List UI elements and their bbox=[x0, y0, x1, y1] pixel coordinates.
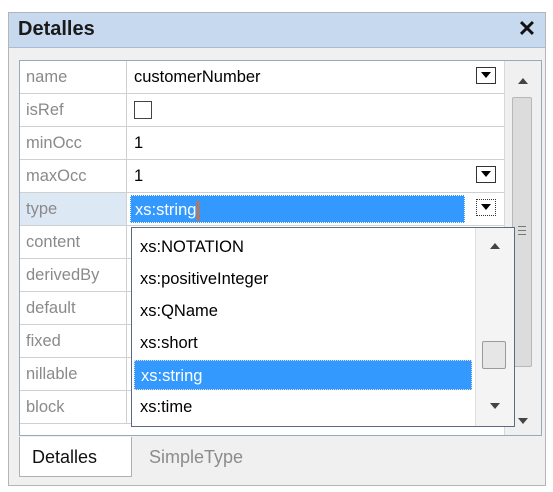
property-label: content bbox=[20, 226, 127, 258]
panel-title: Detalles bbox=[18, 18, 95, 40]
tab-simpletype[interactable]: SimpleType bbox=[137, 437, 255, 477]
property-label: isRef bbox=[20, 94, 127, 126]
tab-detalles[interactable]: Detalles bbox=[19, 437, 132, 477]
panel-tabs: Detalles SimpleType bbox=[19, 437, 542, 481]
property-label: nillable bbox=[20, 358, 127, 390]
isref-checkbox[interactable] bbox=[134, 101, 152, 119]
scroll-down-icon[interactable] bbox=[515, 413, 531, 429]
property-label: maxOcc bbox=[20, 160, 127, 192]
chevron-down-icon[interactable] bbox=[476, 67, 496, 84]
type-dropdown-list[interactable]: xs:NOTATION xs:positiveInteger xs:QName … bbox=[131, 227, 515, 427]
dropdown-option-selected[interactable]: xs:string bbox=[134, 360, 472, 390]
property-row-type: type xs:string bbox=[20, 193, 505, 226]
property-label: default bbox=[20, 292, 127, 324]
text-caret bbox=[197, 200, 200, 221]
dropdown-option[interactable]: xs:QName bbox=[134, 296, 472, 326]
dropdown-scrollbar[interactable] bbox=[475, 228, 514, 426]
grip-line bbox=[518, 230, 526, 231]
property-row-minocc: minOcc 1 bbox=[20, 127, 505, 160]
chevron-down-icon[interactable] bbox=[476, 166, 496, 183]
chevron-down-icon[interactable] bbox=[476, 199, 496, 216]
dropdown-option[interactable]: xs:positiveInteger bbox=[134, 264, 472, 294]
dropdown-option[interactable]: xs:NOTATION bbox=[134, 232, 472, 262]
property-row-maxocc: maxOcc 1 bbox=[20, 160, 505, 193]
panel-titlebar: Detalles ✕ bbox=[9, 13, 545, 48]
type-value-text: xs:string bbox=[135, 201, 197, 219]
isref-value bbox=[128, 94, 505, 126]
dropdown-option[interactable]: xs:short bbox=[134, 328, 472, 358]
scroll-up-icon[interactable] bbox=[487, 238, 503, 254]
grip-line bbox=[518, 234, 526, 235]
scroll-down-icon[interactable] bbox=[487, 398, 503, 414]
name-value[interactable]: customerNumber bbox=[128, 61, 505, 93]
property-label: name bbox=[20, 61, 127, 93]
property-row-name: name customerNumber bbox=[20, 61, 505, 94]
maxocc-value[interactable]: 1 bbox=[128, 160, 505, 192]
scrollbar-thumb[interactable] bbox=[512, 97, 532, 367]
property-label: minOcc bbox=[20, 127, 127, 159]
property-row-isref: isRef bbox=[20, 94, 505, 127]
dropdown-scroll-thumb[interactable] bbox=[482, 341, 506, 369]
minocc-value[interactable]: 1 bbox=[128, 127, 505, 159]
scroll-up-icon[interactable] bbox=[515, 73, 531, 89]
property-label: block bbox=[20, 391, 127, 423]
type-value-field[interactable]: xs:string bbox=[130, 195, 465, 223]
property-label: derivedBy bbox=[20, 259, 127, 291]
close-icon[interactable]: ✕ bbox=[515, 16, 539, 42]
grip-line bbox=[518, 226, 526, 227]
dropdown-option[interactable]: xs:time bbox=[134, 392, 472, 422]
property-label: fixed bbox=[20, 325, 127, 357]
property-label: type bbox=[20, 193, 127, 225]
